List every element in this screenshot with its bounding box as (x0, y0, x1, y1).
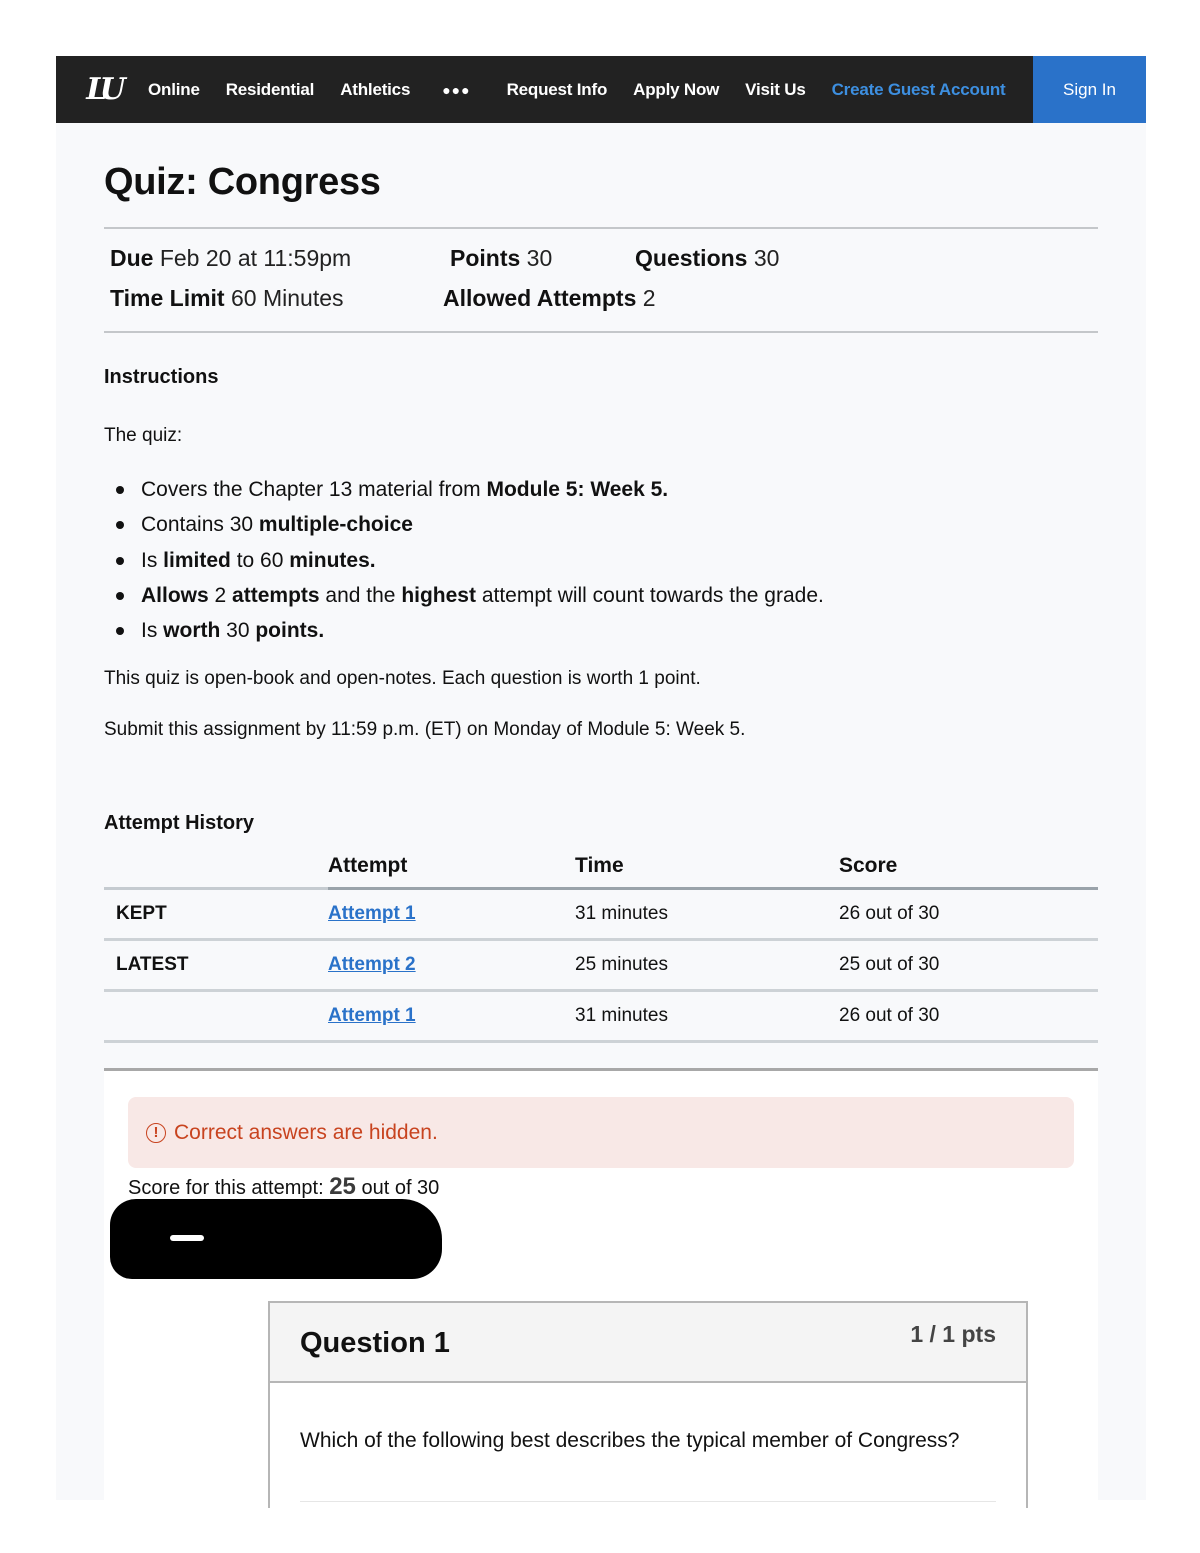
instruction-bullet: Contains 30 multiple-choice (104, 507, 824, 542)
attempt-link[interactable]: Attempt 1 (328, 1005, 416, 1026)
time-limit-value: 60 Minutes (231, 285, 344, 311)
nav-link-residential[interactable]: Residential (226, 80, 315, 100)
instruction-bullet: Is limited to 60 minutes. (104, 543, 824, 578)
top-navigation: LU Online Residential Athletics ●●● Requ… (56, 56, 1146, 123)
liberty-university-logo[interactable]: LU (80, 70, 126, 110)
allowed-attempts-label: Allowed Attempts (443, 285, 637, 311)
column-header-time: Time (575, 845, 839, 890)
questions-value: 30 (753, 245, 780, 271)
attempt-link[interactable]: Attempt 2 (328, 954, 416, 975)
instruction-bullet: Allows 2 attempts and the highest attemp… (104, 578, 824, 613)
emphasized-text: multiple-choice (258, 513, 413, 537)
sign-in-button[interactable]: Sign In (1033, 56, 1146, 123)
alert-text: Correct answers are hidden. (174, 1120, 438, 1144)
quiz-panel: Quiz: Congress Due Feb 20 at 11:59pm Poi… (56, 123, 1146, 1508)
score-prefix: Score for this attempt: (128, 1177, 330, 1199)
table-header-row: Attempt Time Score (104, 845, 1098, 890)
attempt-tag: LATEST (104, 939, 328, 992)
instruction-bullet: Covers the Chapter 13 material from Modu… (104, 472, 824, 507)
attempt-tag: KEPT (104, 888, 328, 941)
bullet-text: 2 (208, 583, 233, 607)
attempt-score: 25 out of 30 (839, 939, 1098, 992)
emphasized-text: attempts (232, 583, 320, 607)
allowed-attempts: Allowed Attempts 2 (443, 285, 656, 312)
divider (104, 227, 1098, 229)
instructions-intro: The quiz: (104, 425, 183, 446)
attempt-score: 26 out of 30 (839, 888, 1098, 941)
table-row: KEPT Attempt 1 31 minutes 26 out of 30 (104, 888, 1098, 941)
column-header-tag (104, 845, 328, 890)
table-row: Attempt 1 31 minutes 26 out of 30 (104, 990, 1098, 1043)
bullet-text: Contains 30 (141, 513, 259, 537)
table-row: LATEST Attempt 2 25 minutes 25 out of 30 (104, 939, 1098, 992)
questions-count: Questions 30 (635, 245, 779, 272)
bullet-text: to 60 (230, 548, 290, 572)
question-points: 1 / 1 pts (910, 1321, 996, 1347)
nav-link-visit-us[interactable]: Visit Us (745, 80, 806, 100)
attempt-time: 31 minutes (575, 990, 839, 1043)
questions-label: Questions (635, 245, 748, 271)
attempt-time: 25 minutes (575, 939, 839, 992)
bullet-text: and the (319, 583, 402, 607)
bullet-text: Is (141, 548, 164, 572)
score-suffix: out of 30 (355, 1177, 440, 1199)
due-date: Due Feb 20 at 11:59pm (110, 245, 351, 272)
attempt-tag (104, 990, 328, 1043)
nav-link-request-info[interactable]: Request Info (507, 80, 608, 100)
create-guest-account-link[interactable]: Create Guest Account (832, 80, 1006, 100)
bullet-text: attempt will count towards the grade. (475, 583, 824, 607)
emphasized-text: minutes. (289, 548, 376, 572)
instruction-bullet: Is worth 30 points. (104, 613, 824, 648)
instructions-note: This quiz is open-book and open-notes. E… (104, 668, 701, 689)
attempt-results: ! Correct answers are hidden. Score for … (104, 1068, 1098, 1508)
bullet-text: Is (141, 619, 164, 643)
emphasized-text: points. (255, 619, 325, 643)
due-label: Due (110, 245, 154, 271)
points: Points 30 (450, 245, 552, 272)
emphasized-text: highest (401, 583, 476, 607)
divider (300, 1501, 996, 1502)
nav-link-online[interactable]: Online (148, 80, 200, 100)
column-header-score: Score (839, 845, 1098, 890)
instructions-list: Covers the Chapter 13 material from Modu… (104, 472, 824, 648)
column-header-attempt: Attempt (328, 845, 575, 890)
question-header: Question 1 1 / 1 pts (270, 1303, 1026, 1383)
emphasized-text: worth (163, 619, 221, 643)
bullet-text: 30 (220, 619, 256, 643)
attempt-score-summary: Score for this attempt: 25 out of 30 (128, 1173, 439, 1201)
bullet-text: Covers the Chapter 13 material from (141, 478, 487, 501)
points-value: 30 (526, 245, 553, 271)
instructions-submit: Submit this assignment by 11:59 p.m. (ET… (104, 719, 746, 740)
emphasized-text: Allows (141, 583, 209, 607)
page-title: Quiz: Congress (104, 161, 381, 203)
attempt-time: 31 minutes (575, 888, 839, 941)
emphasized-text: Module 5: Week 5. (486, 478, 669, 501)
attempt-link[interactable]: Attempt 1 (328, 903, 416, 924)
score-value: 25 (329, 1173, 356, 1200)
warning-icon: ! (146, 1122, 166, 1143)
instructions-heading: Instructions (104, 366, 219, 388)
time-limit: Time Limit 60 Minutes (110, 285, 344, 312)
attempt-history-heading: Attempt History (104, 812, 255, 834)
question-title: Question 1 (300, 1327, 450, 1359)
emphasized-text: limited (163, 548, 231, 572)
allowed-attempts-value: 2 (642, 285, 656, 311)
nav-link-apply-now[interactable]: Apply Now (633, 80, 719, 100)
more-menu-icon[interactable]: ●●● (442, 82, 470, 98)
question-text: Which of the following best describes th… (300, 1429, 960, 1452)
due-value: Feb 20 at 11:59pm (159, 245, 352, 271)
nav-link-athletics[interactable]: Athletics (340, 80, 410, 100)
attempt-history-table: Attempt Time Score KEPT Attempt 1 31 min… (104, 845, 1098, 1043)
correct-answers-hidden-alert: ! Correct answers are hidden. (128, 1097, 1074, 1168)
redaction-mark (110, 1199, 442, 1279)
attempt-score: 26 out of 30 (839, 990, 1098, 1043)
question-card: Question 1 1 / 1 pts Which of the follow… (268, 1301, 1028, 1508)
time-limit-label: Time Limit (110, 285, 225, 311)
points-label: Points (450, 245, 521, 271)
divider (104, 331, 1098, 333)
